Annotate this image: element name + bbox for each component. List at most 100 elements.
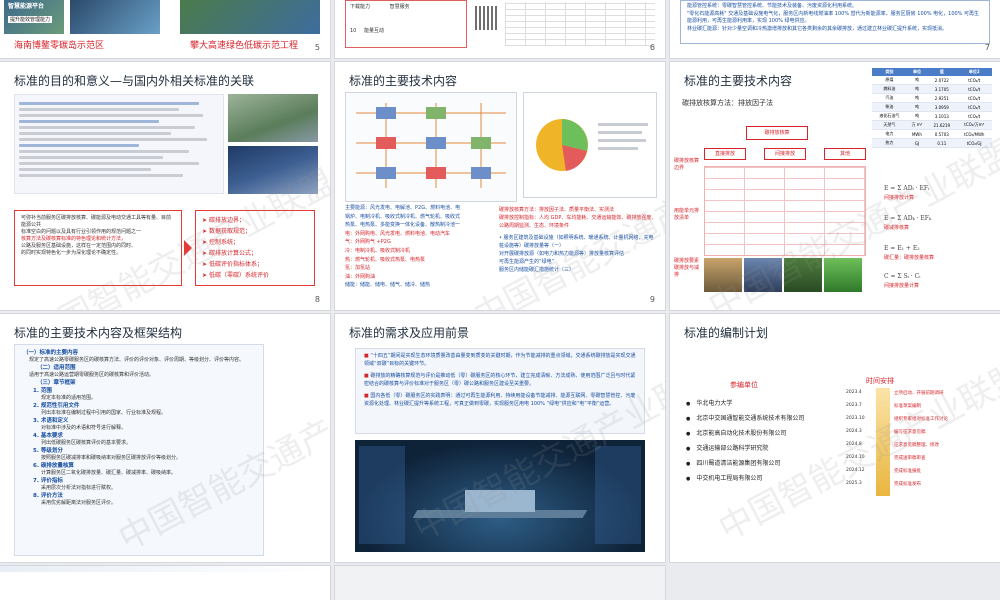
slide-10[interactable]: 标准的主要技术内容 碳排放核算方法：排放因子法 碳排放核算 碳排放核算边界 用能… [670,62,1000,310]
table-cell: 电力 [872,129,907,139]
table-header: 值 [939,69,944,74]
energy-line: 电：外网购电、风光发电、燃料电池、电动汽车 [345,230,451,237]
timeline-date: 2023.10 [846,416,865,421]
photo-tile [824,258,862,292]
timeline-step: 完成标准发布 [894,482,921,487]
chapter-text: 对标准中涉及的术语和符号进行解释。 [41,425,127,431]
text-line [19,102,199,105]
dashboard-buildings [465,490,535,512]
slide-15-partial[interactable] [335,566,665,600]
photo-tile [784,258,822,292]
list-item: ➤ 碳排放边界； [202,217,245,224]
paragraph: ■ 国内各低（零）碳服务区的实践表明：通过可再生能源利用、持续用能设备节能减排、… [364,393,636,407]
slide10-photo-strip [704,258,864,294]
page-number: 6 [649,43,655,52]
slide-12[interactable]: 标准的需求及应用前景 ■ “十四五”期间是实现生态环境质量改善由量变到质变的关键… [335,314,665,562]
table-cell: 0.11 [927,138,957,148]
method-line: 对开展碳排放源（如电力和热力能源等）排放量核算评估 [499,251,625,257]
timeline-column-title: 时间安排 [866,377,894,385]
bullet-icon: ● [686,461,691,467]
paragraph: ■ “十四五”期间是实现生态环境质量改善由量变到质变的关键时期，作为节能减排的重… [364,353,636,367]
pie-chart-icon [536,119,648,171]
photo-tile [704,258,742,292]
list-item: ➤ 控制系统； [202,239,239,246]
org-item: ● 北京能高自动化技术股份有限公司 [686,430,854,438]
chapter-text: 采用优劣解距离法对服务区评价。 [41,500,117,506]
org-column-title: 参编单位 [730,381,758,389]
slide10-flow-grid [704,166,866,256]
slide-14-partial[interactable] [0,566,330,600]
page-number: 8 [314,295,320,304]
note-line: 核算方法及碳核算标准的特色理论和统计方法， [21,236,127,242]
timeline-step: 立项启动、开展前期调研 [894,391,944,396]
slide7-textbox: 能源管控系统：零碳智慧管控系统、节能技术及装备、污废资源化利用系统。 "零化石能… [680,0,990,44]
table-cell: 燃料油 [872,84,907,94]
table-row: 汽油吨 2.9251 tCO₂/t [872,93,992,103]
timeline-step: 征求意见稿整理、修改 [894,443,939,448]
text-line [19,174,183,177]
flow-box: 间接排放 [764,148,806,160]
org-name: 北京中交国通智能交通系统技术有限公司 [696,415,805,422]
slide5-label1: 智慧能源平台 [8,3,45,10]
chapter-heading: 2. 规范性引用文件 [33,403,80,409]
page-number: 5 [314,43,320,52]
chapter-heading: 7. 评价指标 [33,478,63,484]
table-cell: 吨 [906,111,928,121]
slide-5[interactable]: 智慧能源平台 提升能效管理能力 海南博鳌零碳岛示范区 攀大高速绿色低碳示范工程 … [0,0,330,58]
energy-line: 热：燃气轮机、吸收式热泵、电热泵 [345,256,426,263]
note-line: 标准空白的问题以及具有行业引领作用的规范问题之一 [21,229,142,235]
svg-text:E = E₁ + E₂: E = E₁ + E₂ [884,245,920,252]
bullet-icon: ● [686,431,691,437]
slide-9[interactable]: 标准的主要技术内容 主要能源：风光发电、电解池、P2G、燃料电池、电 锅炉、电制… [335,62,665,310]
note-line: 公路及服务区基础设施，这样在一定范围内的同时、 [21,243,137,249]
table-cell: tCO₂/t [956,76,992,85]
bullet-icon: ● [686,416,691,422]
formula-note: 间接排放计算 [884,195,915,201]
timeline-item: 2024.3 编写征求意见稿 [846,429,996,441]
chapter-heading: 3. 术语和定义 [33,418,69,424]
table-cell: 0.5703 [927,129,957,139]
table-cell: 3.1013 [927,111,957,121]
chapter-text: 规定本标准的适用范围。 [41,395,97,401]
org-list: ● 华北电力大学 ● 北京中交国通智能交通系统技术有限公司 ● 北京能高自动化技术股份有限… [686,400,854,490]
slide11-content-box: （一）标准的主要内容 规定了高速公路零碳服务区的碳核算方法、评价的评价对象、评价… [14,344,264,556]
slide-7[interactable]: 能源管控系统：零碳智慧管控系统、节能技术及装备、污废资源化利用系统。 "零化石能… [670,0,1000,58]
slide-11[interactable]: 标准的主要技术内容及框架结构 （一）标准的主要内容 规定了高速公路零碳服务区的碳… [0,314,330,562]
slide-13[interactable]: 标准的编制计划 参编单位 ● 华北电力大学 ● 北京中交国通智能交通系统技术有限公司 ●… [670,314,1000,562]
section-text: 规定了高速公路零碳服务区的碳核算方法、评价的评价对象、评价周期、等级划分、评价等… [29,357,245,363]
energy-line: 锅炉、电制冷机、吸收式制冷机、燃气轮机、吸收式 [345,213,461,220]
slide5-label2: 提升能效管理能力 [8,16,53,23]
timeline-step: 组织专家组对标准工作讨论 [894,417,948,422]
org-name: 中交机电工程局有限公司 [696,475,763,482]
slide-8[interactable]: 标准的目的和意义—与国内外相关标准的关联 可弥补当前服务区碳排放核算、碳能源及电… [0,62,330,310]
table-cell: tCO₂/t [956,102,992,112]
chapter-heading: 4. 基本要求 [33,433,63,439]
chapter-text: 计算服务区二氧化碳排放量、碳汇量、碳减排率、碳吸纳率。 [41,470,177,476]
table-cell: 3.1705 [927,84,957,94]
table-header-row: 类别 单位 值 单位2 [872,68,992,76]
bullet-icon: ● [686,476,691,482]
energy-line: 热泵、电热泵、多能变换一体化设备、散热制冷池一 [345,222,461,229]
energy-line: 油：外网购油 [345,273,376,280]
method-line: 可再生能源产生的“绿电” [499,259,555,265]
slide8-note-box: 可弥补当前服务区碳排放核算、碳能源及电动交通工具等有量、目前能源公共 标准空白的… [14,210,182,286]
method-line: 碳排放核算方法：排放因子法、质量平衡法、实测法 [499,207,615,213]
slide7-line2: "零化石能源高耗" 交通及基础设施电气化，服务区内新电线燃油率 100% 替代为… [687,11,980,24]
slide-6[interactable]: 下载能力 智慧服务 10 能量互动 6 [335,0,665,58]
slide9-pie-panel [523,92,657,198]
text-line [19,132,171,135]
text-line [19,144,139,147]
slide10-flow-row1: 直接排放 间接排放 其他 [704,148,866,160]
note-line: 的同时实现特色化一步为深化理论不确定性。 [21,250,122,256]
arrow-right-icon [184,240,192,256]
emission-factor-table: 类别 单位 值 单位2 原煤吨 2.0722 tCO₂/t 燃料油吨 3.1705 tCO… [872,68,992,148]
slide8-list-box: ➤ 碳排放边界； ➤ 数据获取规范； ➤ 控制系统； ➤ 碳排放计算公式； ➤ … [195,210,315,286]
chapter-heading: 5. 等级划分 [33,448,63,454]
table-cell: 21.6219 [927,120,957,130]
text-line [19,156,163,159]
text-line [19,126,195,129]
slide-title: 标准的主要技术内容 [684,74,793,88]
flow-box: 直接排放 [704,148,746,160]
table-cell: 热力 [872,138,907,148]
slide7-line3: 林业碳汇能源：针对少量空调和冷热激增排放和其它各类剩余的其余碳排放，通过建立林业… [687,26,948,32]
